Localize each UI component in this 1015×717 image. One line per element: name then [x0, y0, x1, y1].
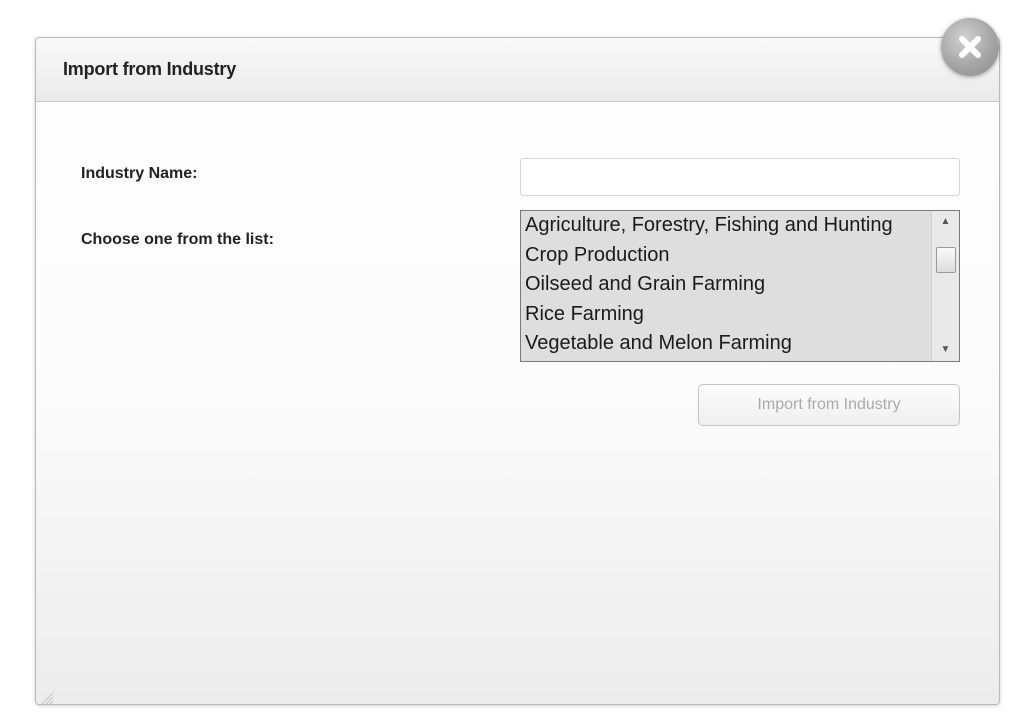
resize-grip-icon[interactable]: [40, 691, 54, 705]
industry-list-items: Agriculture, Forestry, Fishing and Hunti…: [521, 211, 931, 361]
list-item[interactable]: Oilseed and Grain Farming: [521, 270, 931, 300]
industry-listbox[interactable]: Agriculture, Forestry, Fishing and Hunti…: [520, 210, 960, 362]
list-scrollbar[interactable]: ▲ ▼: [931, 211, 959, 361]
import-industry-dialog: Import from Industry: [35, 37, 1000, 705]
scroll-down-arrow-icon[interactable]: ▼: [932, 339, 959, 361]
industry-name-label: Industry Name:: [81, 165, 198, 182]
list-item[interactable]: Crop Production: [521, 241, 931, 271]
list-item[interactable]: Vegetable and Melon Farming: [521, 329, 931, 359]
close-button[interactable]: [941, 18, 999, 76]
industry-name-input[interactable]: [520, 158, 960, 196]
scroll-up-arrow-icon[interactable]: ▲: [932, 211, 959, 233]
dialog-header: Import from Industry: [36, 38, 999, 102]
list-item[interactable]: Agriculture, Forestry, Fishing and Hunti…: [521, 211, 931, 241]
scroll-thumb[interactable]: [936, 247, 956, 273]
list-item[interactable]: Rice Farming: [521, 300, 931, 330]
dialog-title: Import from Industry: [63, 59, 237, 79]
choose-from-list-label: Choose one from the list:: [81, 231, 274, 248]
import-from-industry-button[interactable]: Import from Industry: [698, 384, 960, 426]
close-icon: [959, 36, 981, 58]
